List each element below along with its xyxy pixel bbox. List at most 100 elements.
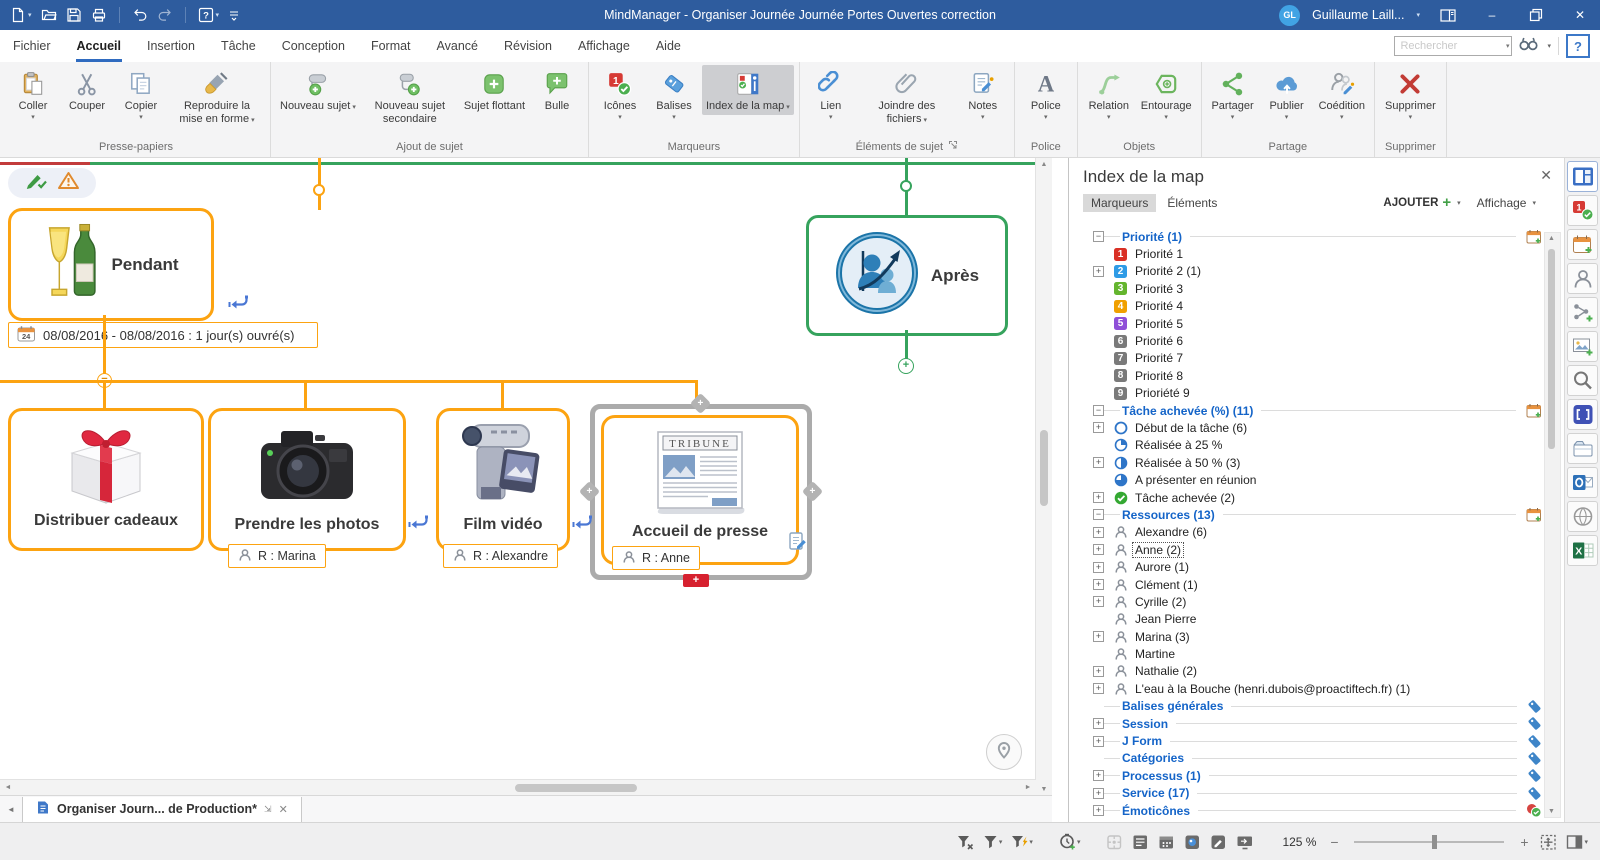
marker-icons-button[interactable]: 1 [1567, 195, 1598, 226]
scrollbar-thumb[interactable] [515, 784, 637, 792]
relation-button[interactable]: Relation▾ [1083, 65, 1135, 123]
add-topic-handle-top[interactable]: + [690, 393, 711, 414]
tab-tache[interactable]: Tâche [208, 30, 269, 62]
binoculars-chevron-icon[interactable]: ▾ [1547, 42, 1551, 50]
s-arrow-icon[interactable] [226, 294, 249, 318]
nouveau-sujet-secondaire-button[interactable]: Nouveau sujet secondaire [362, 65, 458, 127]
tree-header-priorite-1[interactable]: −Priorité (1) [1079, 228, 1542, 245]
user-name[interactable]: Guillaume Laill... [1312, 8, 1404, 22]
tree-header-service-17[interactable]: +Service (17) [1079, 785, 1542, 802]
tree-item-nathalie-2[interactable]: +Nathalie (2) [1079, 663, 1542, 680]
tree-item-priorite-1[interactable]: +1Priorité 1 [1079, 245, 1542, 262]
s-arrow-icon[interactable] [406, 514, 429, 538]
pen-check-icon[interactable] [25, 171, 51, 195]
dialog-launcher-icon[interactable] [948, 140, 958, 153]
expand-toggle[interactable]: − [1093, 405, 1104, 416]
tree-header-emoticones[interactable]: +Émoticônes [1079, 802, 1542, 819]
tree-header-balises-generales[interactable]: +Balises générales [1079, 698, 1542, 715]
dropdown-chevron-icon[interactable]: ▾ [786, 104, 790, 111]
scroll-right-icon[interactable]: ► [1020, 784, 1036, 791]
binoculars-icon[interactable] [1519, 36, 1538, 56]
dropdown-chevron-icon[interactable]: ▾ [968, 113, 997, 122]
expand-toggle[interactable]: − [1093, 509, 1104, 520]
power-filter-chevron-icon[interactable]: ▾ [1029, 838, 1033, 846]
icones-button[interactable]: 1Icônes▾ [594, 65, 646, 123]
scrollbar-thumb[interactable] [1040, 430, 1048, 506]
tag-icon[interactable] [1527, 699, 1542, 714]
tag-icon[interactable] [1527, 716, 1542, 731]
tree-item-martine[interactable]: +Martine [1079, 645, 1542, 662]
tab-avance[interactable]: Avancé [424, 30, 491, 62]
topic-accueil-de-presse[interactable]: TRIBUNE Accueil de presse [601, 415, 799, 565]
expand-toggle[interactable]: + [1093, 788, 1104, 799]
tree-item-alexandre-6[interactable]: +Alexandre (6) [1079, 524, 1542, 541]
tree-item-clement-1[interactable]: +Clément (1) [1079, 576, 1542, 593]
expand-toggle[interactable]: + [1093, 805, 1104, 816]
popout-icon[interactable]: ⇲ [264, 804, 272, 815]
add-chevron-icon[interactable]: ▾ [1457, 199, 1461, 207]
filter-button[interactable]: ▾ [983, 834, 1003, 850]
help-button[interactable]: ? [1566, 34, 1590, 58]
dropdown-chevron-icon[interactable]: ▾ [1211, 113, 1253, 122]
capture-button[interactable] [1567, 399, 1598, 430]
connector-node[interactable] [900, 180, 912, 192]
expand-toggle[interactable]: + [1093, 596, 1104, 607]
restore-button[interactable] [1520, 0, 1552, 30]
nouveau-sujet-button[interactable]: Nouveau sujet▾ [276, 65, 360, 115]
dropdown-chevron-icon[interactable]: ▾ [19, 113, 48, 122]
tree-item-cyrille-2[interactable]: +Cyrille (2) [1079, 593, 1542, 610]
expand-toggle[interactable]: + [1093, 527, 1104, 538]
search-button[interactable] [1567, 365, 1598, 396]
scrollbar-thumb[interactable] [1548, 249, 1555, 449]
view-chevron-icon[interactable]: ▾ [1532, 199, 1536, 207]
dropdown-chevron-icon[interactable]: ▾ [251, 117, 255, 124]
tree-item-tache-achevee-2[interactable]: +Tâche achevée (2) [1079, 489, 1542, 506]
expand-toggle[interactable]: + [1093, 562, 1104, 573]
filter-chevron-icon[interactable]: ▾ [999, 838, 1003, 846]
location-pin-button[interactable] [986, 734, 1022, 770]
customize-toolbar-icon[interactable] [228, 8, 240, 22]
coedition-button[interactable]: Coédition▾ [1315, 65, 1369, 123]
quick-timer-chevron-icon[interactable]: ▾ [1077, 838, 1081, 846]
expand-branch-button[interactable]: + [898, 358, 914, 374]
tree-item-priorite-6[interactable]: +6Priorité 6 [1079, 332, 1542, 349]
sujet-flottant-button[interactable]: Sujet flottant [460, 65, 529, 114]
publier-button[interactable]: Publier▾ [1261, 65, 1313, 123]
outline-view-button[interactable] [1132, 834, 1149, 850]
tree-item-priorite-5[interactable]: +5Priorité 5 [1079, 315, 1542, 332]
tab-revision[interactable]: Révision [491, 30, 565, 62]
dropdown-chevron-icon[interactable]: ▾ [656, 113, 691, 122]
police-button[interactable]: APolice▾ [1020, 65, 1072, 123]
copier-button[interactable]: Copier▾ [115, 65, 167, 123]
add-topic-handle-right[interactable]: + [802, 481, 823, 502]
add-topic-handle-left[interactable]: + [579, 481, 600, 502]
presentation-mode-button[interactable] [1236, 834, 1254, 850]
tree-item-anne-2[interactable]: +Anne (2) [1079, 541, 1542, 558]
close-button[interactable]: ✕ [1564, 0, 1596, 30]
search-input[interactable] [1394, 36, 1512, 56]
canvas-vertical-scrollbar[interactable]: ▲ ▼ [1035, 158, 1052, 796]
dropdown-chevron-icon[interactable]: ▾ [1385, 113, 1436, 122]
tree-item-priorite-3[interactable]: +3Priorité 3 [1079, 280, 1542, 297]
file-management-button[interactable] [1567, 433, 1598, 464]
icons-view-button[interactable] [1184, 834, 1201, 850]
dropdown-chevron-icon[interactable]: ▾ [1319, 113, 1365, 122]
minimize-button[interactable]: – [1476, 0, 1508, 30]
scroll-up-icon[interactable]: ▲ [1545, 235, 1558, 242]
scroll-down-icon[interactable]: ▼ [1545, 808, 1558, 815]
tab-elements[interactable]: Éléments [1159, 194, 1225, 212]
coller-button[interactable]: Coller▾ [7, 65, 59, 123]
expand-toggle[interactable]: + [1093, 736, 1104, 747]
quick-timer-button[interactable]: ▾ [1059, 833, 1081, 850]
partager-button[interactable]: Partager▾ [1207, 65, 1259, 123]
expand-toggle[interactable]: + [1093, 770, 1104, 781]
layout-toggle-button[interactable] [1432, 0, 1464, 30]
resource-badge-marina[interactable]: R : Marina [228, 544, 326, 568]
task-info-button[interactable] [1567, 229, 1598, 260]
tree-item-priorite-7[interactable]: +7Priorité 7 [1079, 350, 1542, 367]
help-icon[interactable]: ?▾ [198, 7, 220, 23]
tree-item-l-eau-a-la-bouche-henri-dubois-proactiftech-fr-1[interactable]: +L'eau à la Bouche (henri.dubois@proacti… [1079, 680, 1542, 697]
save-icon[interactable] [66, 7, 82, 23]
filter-clear-button[interactable] [957, 834, 974, 850]
expand-toggle[interactable]: + [1093, 683, 1104, 694]
